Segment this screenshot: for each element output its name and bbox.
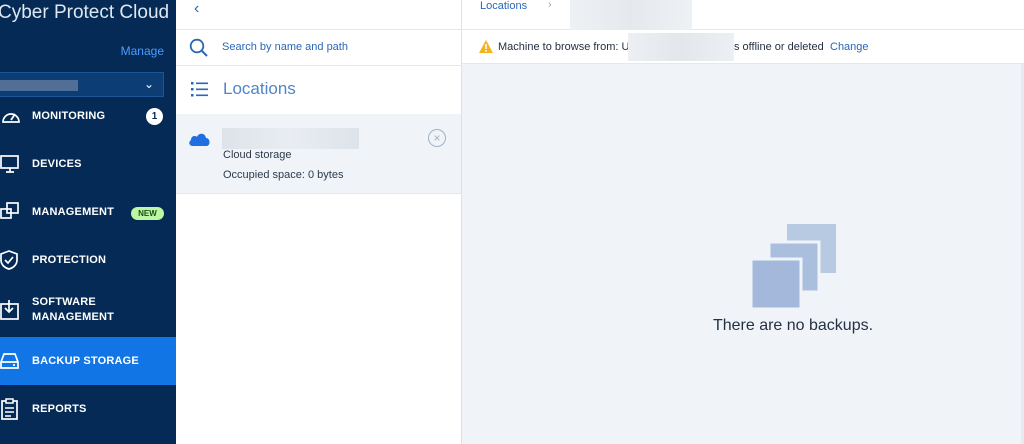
- notification-count-badge: 1: [146, 108, 163, 125]
- tenant-name-redacted: [0, 80, 78, 91]
- sidebar-item-software-management[interactable]: SOFTWARE MANAGEMENT: [0, 286, 176, 334]
- locations-title: Locations: [223, 79, 296, 98]
- empty-backups-icon: [751, 224, 836, 310]
- back-arrow-icon[interactable]: ‹: [194, 0, 199, 18]
- change-machine-link[interactable]: Change: [830, 41, 869, 53]
- search-icon: [189, 38, 208, 57]
- locations-header: Locations: [176, 66, 462, 112]
- sidebar: Cyber Protect Cloud Manage ⌄ MONITORING …: [0, 0, 176, 444]
- warning-text-end: s offline or deleted: [734, 41, 824, 53]
- manage-link[interactable]: Manage: [121, 44, 164, 58]
- location-name-redacted: [222, 128, 359, 149]
- search-input[interactable]: [222, 38, 442, 56]
- monitor-icon: [0, 155, 19, 173]
- sidebar-item-management[interactable]: MANAGEMENT NEW: [0, 188, 176, 236]
- occupied-space: Occupied space: 0 bytes: [223, 169, 344, 181]
- sidebar-item-monitoring[interactable]: MONITORING 1: [0, 92, 176, 140]
- location-item[interactable]: Cloud storage Occupied space: 0 bytes ×: [176, 114, 461, 194]
- sidebar-item-protection[interactable]: PROTECTION: [0, 236, 176, 284]
- cloud-icon: [189, 133, 210, 146]
- warning-icon: [479, 40, 493, 53]
- hard-drive-icon: [0, 353, 19, 369]
- warning-text: Machine to browse from: U: [498, 41, 630, 53]
- empty-state-message: There are no backups.: [712, 317, 874, 334]
- windows-icon: [0, 202, 19, 219]
- sidebar-item-label: MANAGEMENT: [32, 205, 115, 218]
- remove-location-icon[interactable]: ×: [428, 129, 446, 147]
- sidebar-item-label: DEVICES: [32, 157, 82, 170]
- shield-icon: [0, 250, 18, 270]
- software-install-icon: [0, 300, 19, 320]
- sidebar-item-label: MONITORING: [32, 109, 106, 122]
- search-bar: [176, 30, 462, 66]
- clipboard-report-icon: [1, 398, 18, 420]
- breadcrumb: Locations ›: [462, 0, 1024, 30]
- sidebar-item-devices[interactable]: DEVICES: [0, 140, 176, 188]
- breadcrumb-locations-link[interactable]: Locations: [480, 0, 527, 12]
- chevron-right-icon: ›: [548, 0, 552, 11]
- breadcrumb-current-redacted: [570, 0, 692, 30]
- sidebar-item-label: PROTECTION: [32, 253, 107, 266]
- locations-panel: ‹ Locations Cloud storage Occupied space…: [176, 0, 462, 444]
- brand-name: Cyber Protect Cloud: [0, 2, 170, 23]
- list-icon: [191, 82, 208, 97]
- location-type: Cloud storage: [223, 149, 292, 161]
- chevron-down-icon: ⌄: [143, 77, 154, 91]
- sidebar-item-backup-storage[interactable]: BACKUP STORAGE: [0, 337, 176, 385]
- sidebar-item-label: BACKUP STORAGE: [32, 354, 139, 367]
- sidebar-item-label: SOFTWARE MANAGEMENT: [32, 296, 115, 323]
- back-row: ‹: [176, 0, 462, 30]
- sidebar-item-label: REPORTS: [32, 402, 87, 415]
- gauge-icon: [2, 113, 20, 123]
- backup-content: Locations › Machine to browse from: U s …: [462, 0, 1024, 444]
- machine-name-redacted: [628, 33, 734, 61]
- warning-banner: Machine to browse from: U s offline or d…: [462, 30, 1024, 64]
- sidebar-item-reports[interactable]: REPORTS: [0, 385, 176, 433]
- new-badge: NEW: [131, 207, 164, 220]
